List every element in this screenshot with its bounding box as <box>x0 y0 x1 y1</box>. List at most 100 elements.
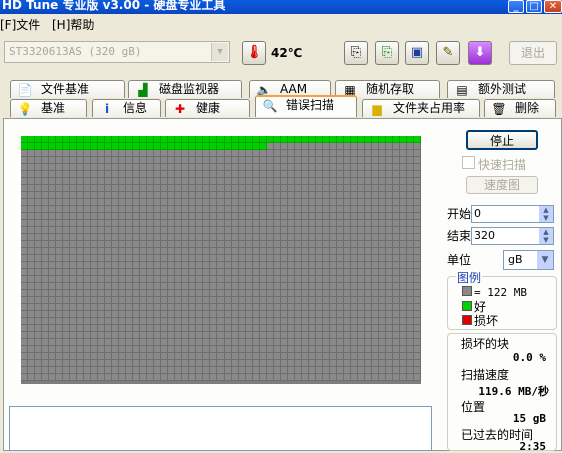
scan-block <box>315 332 323 339</box>
scan-block <box>49 241 57 248</box>
maximize-button[interactable]: □ <box>526 0 542 13</box>
scan-block <box>252 325 260 332</box>
scan-block <box>105 262 113 269</box>
lightbulb-icon: 💡 <box>17 102 33 116</box>
scan-block <box>245 367 253 374</box>
tab-info[interactable]: i 信息 <box>92 99 161 117</box>
scan-block <box>350 234 358 241</box>
tab-health[interactable]: ✚ 健康 <box>165 99 250 117</box>
start-input[interactable]: 0 ▲ ▼ <box>471 205 554 223</box>
tab-folder-usage[interactable]: ▆ 文件夹占用率 <box>362 99 480 117</box>
scan-block <box>56 171 64 178</box>
scan-block <box>280 248 288 255</box>
unit-select[interactable]: gB ▼ <box>503 250 554 270</box>
scan-block <box>259 227 267 234</box>
end-input[interactable]: 320 ▲ ▼ <box>471 227 554 245</box>
scan-block <box>217 213 225 220</box>
scan-block <box>315 206 323 213</box>
scan-block <box>287 192 295 199</box>
scan-block <box>231 234 239 241</box>
scan-block <box>329 318 337 325</box>
scan-block <box>322 290 330 297</box>
scan-block <box>406 234 414 241</box>
scan-block <box>343 346 351 353</box>
speed-map-button[interactable]: 速度图 <box>466 176 538 194</box>
scan-block <box>77 213 85 220</box>
scan-block <box>357 248 365 255</box>
scan-block <box>182 234 190 241</box>
scan-block <box>413 185 421 192</box>
scan-block <box>98 199 106 206</box>
scan-block <box>98 171 106 178</box>
scan-block <box>259 304 267 311</box>
spin-arrows-icon[interactable]: ▲ ▼ <box>539 228 553 244</box>
scan-block <box>77 234 85 241</box>
scan-block <box>357 360 365 367</box>
scan-block <box>336 325 344 332</box>
scan-block <box>133 311 141 318</box>
save-button[interactable]: ▣ <box>405 41 429 65</box>
scan-block <box>182 150 190 157</box>
menu-help[interactable]: [H]帮助 <box>52 16 94 33</box>
scan-block <box>392 339 400 346</box>
tab-extra-tests[interactable]: ▤ 额外测试 <box>447 80 555 98</box>
scan-block <box>364 157 372 164</box>
copy-all-button[interactable]: ⎘ <box>375 41 399 65</box>
tab-error-scan[interactable]: 🔍 错误扫描 <box>255 95 357 117</box>
quick-scan-checkbox[interactable] <box>462 156 475 169</box>
scan-block <box>42 143 50 150</box>
scan-block <box>168 353 176 360</box>
spin-arrows-icon[interactable]: ▲ ▼ <box>539 206 553 222</box>
chevron-down-icon[interactable]: ▼ <box>537 251 553 269</box>
scan-block <box>56 206 64 213</box>
scan-block <box>329 283 337 290</box>
scan-block <box>70 185 78 192</box>
scan-block <box>329 234 337 241</box>
scan-block <box>91 192 99 199</box>
scan-block <box>252 185 260 192</box>
tab-benchmark[interactable]: 💡 基准 <box>10 99 87 117</box>
scan-block <box>77 185 85 192</box>
scan-block <box>49 339 57 346</box>
tab-file-benchmark[interactable]: 📄 文件基准 <box>10 80 125 98</box>
tab-label: 健康 <box>196 101 221 115</box>
tab-erase[interactable]: 🗑 删除 <box>484 99 556 117</box>
scan-block <box>147 157 155 164</box>
drive-select[interactable]: ST3320613AS (320 gB) ▼ <box>4 41 230 63</box>
scan-block <box>266 248 274 255</box>
menu-file[interactable]: [F]文件 <box>0 16 40 33</box>
scan-block <box>245 297 253 304</box>
scan-block <box>315 374 323 381</box>
exit-button[interactable]: 退出 <box>509 41 557 65</box>
scan-block <box>392 248 400 255</box>
scan-block <box>28 248 36 255</box>
scan-block <box>329 255 337 262</box>
scan-block <box>217 248 225 255</box>
scan-block <box>259 290 267 297</box>
stop-button[interactable]: 停止 <box>466 130 538 150</box>
tab-disk-monitor[interactable]: ▟ 磁盘监视器 <box>128 80 242 98</box>
window-title: HD Tune 专业版 v3.00 - 硬盘专业工具 <box>2 0 226 12</box>
scan-block <box>161 332 169 339</box>
scan-block <box>175 290 183 297</box>
chevron-down-icon[interactable]: ▼ <box>211 43 228 61</box>
scan-block <box>238 192 246 199</box>
download-button[interactable]: ⬇ <box>468 41 492 65</box>
scan-block <box>35 220 43 227</box>
close-button[interactable]: ✕ <box>544 0 562 13</box>
scan-block <box>210 339 218 346</box>
copy-info-button[interactable]: ⎘ <box>344 41 368 65</box>
scan-block <box>245 290 253 297</box>
scan-block <box>119 262 127 269</box>
scan-block <box>357 325 365 332</box>
scan-block <box>287 318 295 325</box>
scan-block <box>378 367 386 374</box>
options-button[interactable]: ✎ <box>436 41 460 65</box>
scan-block <box>203 150 211 157</box>
scan-block <box>91 332 99 339</box>
scan-block <box>77 283 85 290</box>
minimize-button[interactable]: _ <box>508 0 524 13</box>
scan-block <box>329 241 337 248</box>
scan-block <box>70 269 78 276</box>
save-icon: ▣ <box>410 45 424 60</box>
